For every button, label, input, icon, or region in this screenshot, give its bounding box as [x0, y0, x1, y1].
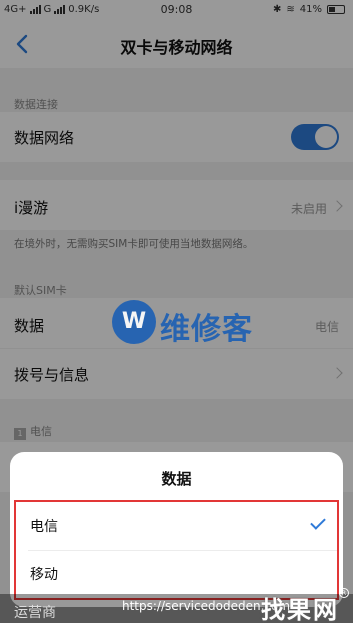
data-sim-picker-sheet: 数据 电信 移动	[10, 452, 343, 607]
option-label: 移动	[30, 567, 58, 583]
sheet-title: 数据	[161, 470, 192, 488]
option-label: 电信	[30, 519, 58, 535]
registered-mark-icon: R	[339, 588, 349, 598]
option-telecom[interactable]: 电信	[16, 502, 337, 551]
watermark-logo: W	[112, 300, 156, 344]
settings-screen: 4G+ G 0.9K/s 09:08 ✱ ≋ 41% 双卡与移动网络 数据连接 …	[0, 0, 353, 623]
watermark-text: 维修客	[160, 312, 253, 347]
options-highlight-box: 电信 移动	[14, 500, 339, 600]
row-operator-label: 运营商	[14, 605, 56, 621]
checkmark-icon	[310, 514, 326, 530]
watermark-brand: 找果网	[261, 596, 339, 623]
